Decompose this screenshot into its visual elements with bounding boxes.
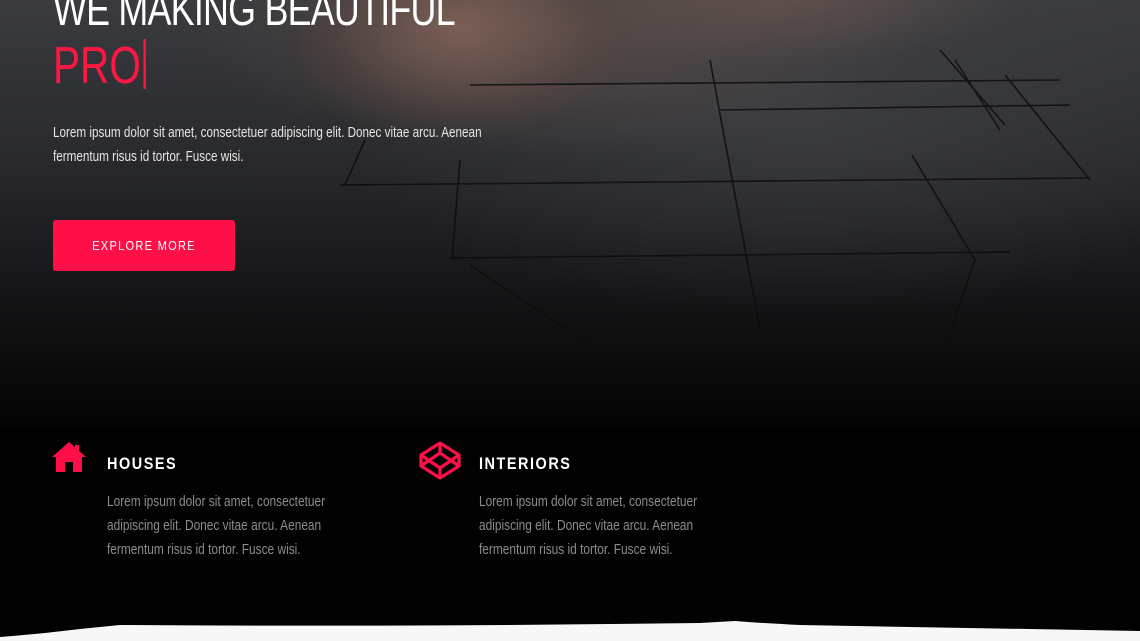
house-icon xyxy=(52,442,86,472)
hero-description: Lorem ipsum dolor sit amet, consectetuer… xyxy=(53,124,482,165)
sketch-lines xyxy=(339,49,1091,366)
page: WE MAKING BEAUTIFUL PRO Lorem ipsum dolo… xyxy=(0,0,1140,641)
explore-more-label: EXPLORE MORE xyxy=(92,238,196,253)
typing-cursor xyxy=(143,39,146,89)
feature-title: INTERIORS xyxy=(479,454,572,473)
section-divider-wave xyxy=(0,621,1140,641)
hero-typed-text: PRO xyxy=(53,38,146,94)
feature-description: Lorem ipsum dolor sit amet, consectetuer… xyxy=(107,494,326,558)
typed-word: PRO xyxy=(53,37,141,95)
hero-title: WE MAKING BEAUTIFUL xyxy=(53,0,456,35)
hero-background-image xyxy=(0,0,1140,430)
feature-title: HOUSES xyxy=(107,454,178,473)
feature-description: Lorem ipsum dolor sit amet, consectetuer… xyxy=(479,494,698,558)
explore-more-button[interactable]: EXPLORE MORE xyxy=(53,220,235,271)
codepen-cube-icon xyxy=(419,441,461,480)
